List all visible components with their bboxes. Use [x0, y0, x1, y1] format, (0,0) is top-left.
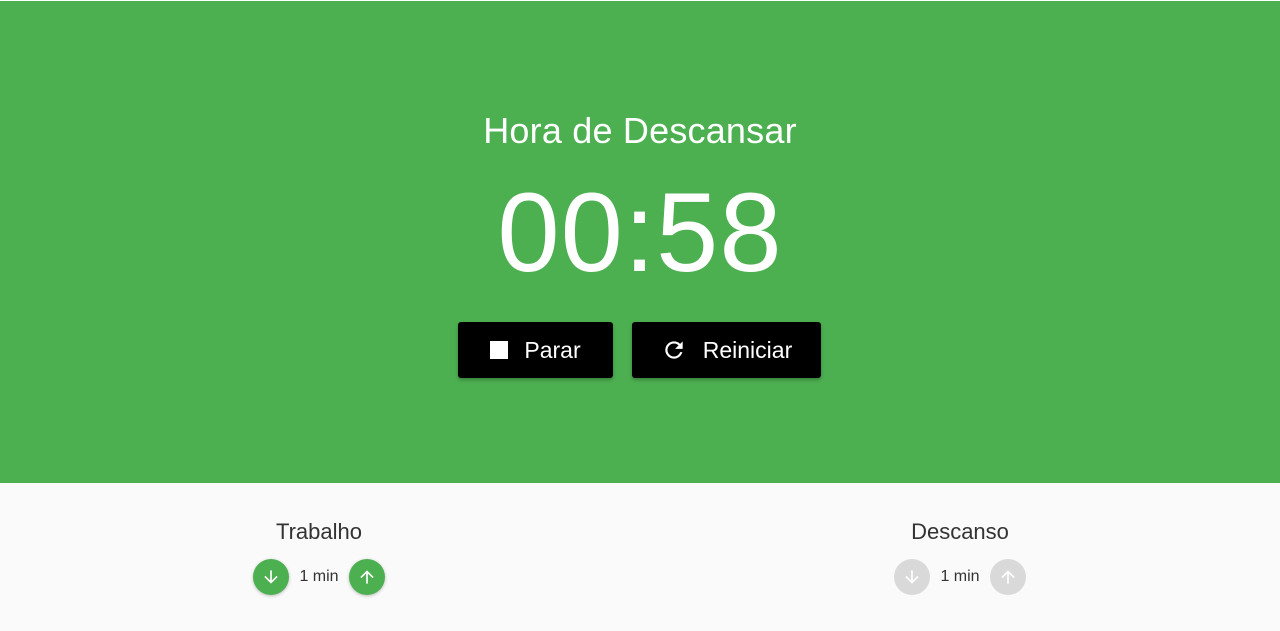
work-decrease-button[interactable] — [253, 559, 289, 595]
work-label: Trabalho — [275, 519, 362, 544]
stop-button[interactable]: Parar — [458, 322, 613, 378]
work-duration-value: 1 min — [299, 568, 339, 585]
work-stepper: 1 min — [169, 559, 469, 595]
work-duration-setting: Trabalho 1 min — [169, 517, 469, 595]
arrow-up-icon — [1001, 570, 1015, 584]
timer-hero: Hora de Descansar 00:58 Parar Reiniciar — [0, 0, 1280, 483]
rest-duration-value: 1 min — [940, 568, 980, 585]
rest-label: Descanso — [911, 519, 1009, 544]
reset-button-label: Reiniciar — [702, 336, 793, 363]
arrow-up-icon — [360, 570, 374, 584]
arrow-down-icon — [264, 570, 278, 584]
stop-button-label: Parar — [524, 336, 581, 363]
arrow-down-icon — [905, 570, 919, 584]
reset-button[interactable]: Reiniciar — [632, 322, 821, 378]
refresh-icon — [661, 337, 687, 363]
status-title: Hora de Descansar — [483, 110, 797, 151]
stop-icon — [490, 341, 509, 359]
work-increase-button[interactable] — [349, 559, 385, 595]
rest-increase-button[interactable] — [990, 559, 1026, 595]
countdown-display: 00:58 — [497, 170, 783, 295]
rest-stepper: 1 min — [810, 559, 1110, 595]
rest-decrease-button[interactable] — [894, 559, 930, 595]
rest-duration-setting: Descanso 1 min — [810, 517, 1110, 595]
